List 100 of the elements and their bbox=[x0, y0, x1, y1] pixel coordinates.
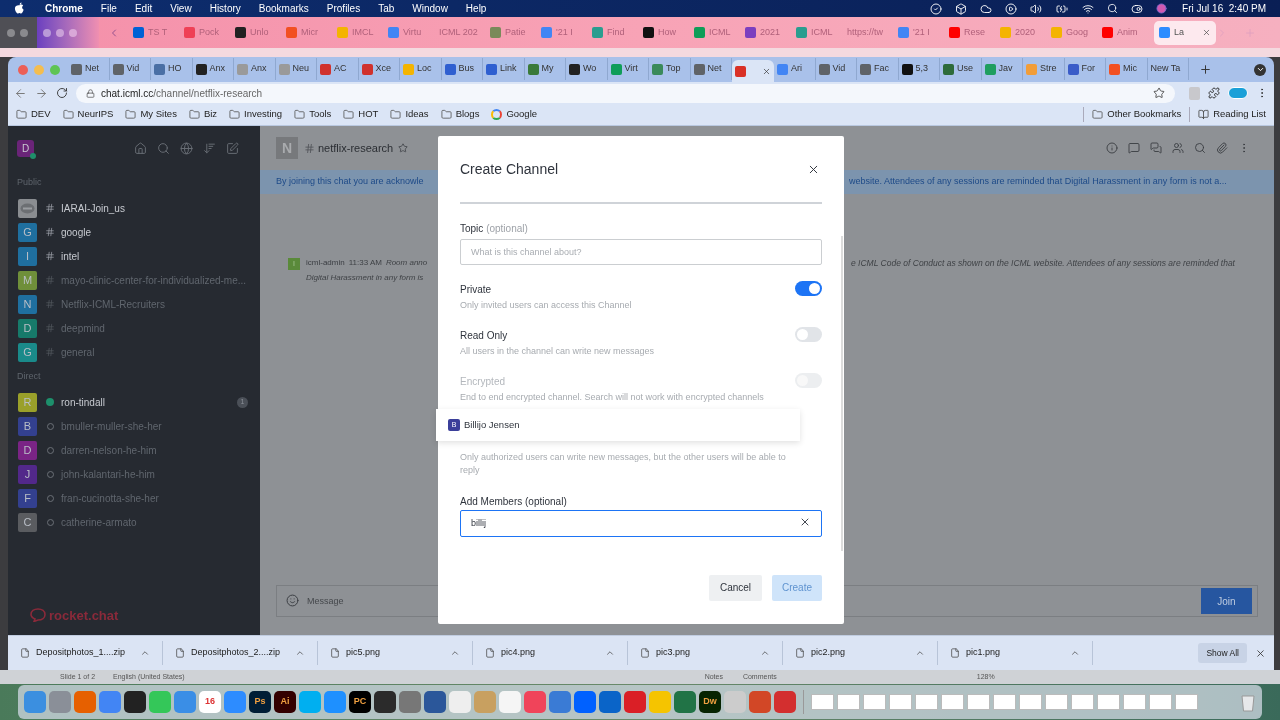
other-bookmarks[interactable]: Other Bookmarks bbox=[1083, 107, 1182, 122]
window-thumbnail[interactable] bbox=[1097, 694, 1120, 710]
bookmark[interactable]: HOT bbox=[343, 107, 379, 122]
bookmark[interactable]: Ideas bbox=[390, 107, 429, 122]
address-bar[interactable]: chat.icml.cc/channel/netflix-research bbox=[76, 83, 1175, 103]
toggle-switch[interactable] bbox=[795, 281, 822, 296]
threads-icon[interactable] bbox=[1150, 142, 1162, 154]
browser-tab[interactable]: Ari bbox=[774, 58, 816, 80]
search-icon[interactable] bbox=[1107, 3, 1119, 14]
browser-tab[interactable]: 5,3 bbox=[898, 58, 940, 80]
browser-tab[interactable]: Net bbox=[690, 58, 732, 80]
battery-icon[interactable] bbox=[1055, 2, 1070, 15]
menu-item[interactable]: View bbox=[170, 1, 192, 16]
app-icon[interactable]: Ps bbox=[249, 691, 271, 713]
bookmark[interactable]: Blogs bbox=[440, 107, 480, 122]
browser-tab[interactable]: Fac bbox=[857, 58, 899, 80]
browser-tab[interactable]: Use bbox=[940, 58, 982, 80]
cancel-button[interactable]: Cancel bbox=[709, 574, 762, 601]
window-thumbnail[interactable] bbox=[993, 694, 1016, 710]
browser-tab[interactable]: AC bbox=[317, 58, 359, 80]
menu-item[interactable]: Window bbox=[412, 1, 448, 16]
download-item[interactable]: pic5.png bbox=[318, 641, 473, 665]
wifi-icon[interactable] bbox=[1082, 2, 1095, 15]
emoji-icon[interactable] bbox=[286, 594, 299, 607]
browser-tab[interactable]: Virt bbox=[607, 58, 649, 80]
window-thumbnail[interactable] bbox=[889, 694, 912, 710]
browser-tab[interactable]: Anx bbox=[234, 58, 276, 80]
window-thumbnail[interactable] bbox=[863, 694, 886, 710]
bookmark[interactable]: Tools bbox=[294, 107, 332, 122]
window-thumbnail[interactable] bbox=[1123, 694, 1146, 710]
cloud-icon[interactable] bbox=[980, 2, 993, 15]
menu-item[interactable]: Bookmarks bbox=[258, 1, 309, 16]
browser-tab[interactable]: Anx bbox=[192, 58, 234, 80]
caret-icon[interactable] bbox=[140, 648, 150, 658]
browser-tab[interactable]: Xce bbox=[358, 58, 400, 80]
room-name[interactable]: google bbox=[61, 224, 92, 240]
favorite-star-icon[interactable] bbox=[398, 143, 409, 153]
browser-tab[interactable]: HO bbox=[151, 58, 193, 80]
bookmark-star-icon[interactable] bbox=[1153, 87, 1165, 99]
apple-logo-icon[interactable] bbox=[14, 2, 25, 15]
menu-item[interactable]: Tab bbox=[378, 1, 395, 16]
app-icon[interactable] bbox=[424, 691, 446, 713]
trash-icon[interactable] bbox=[1240, 692, 1256, 712]
close-tab-icon[interactable] bbox=[1202, 28, 1211, 37]
download-item[interactable]: Depositphotos_2....zip bbox=[163, 641, 318, 665]
discussion-icon[interactable] bbox=[1128, 142, 1140, 154]
room-name[interactable]: IARAI-Join_us bbox=[61, 200, 125, 216]
caret-icon[interactable] bbox=[295, 648, 305, 658]
room-name[interactable]: ron-tindall bbox=[61, 394, 105, 410]
siri-icon[interactable] bbox=[1156, 3, 1168, 14]
extension-icon[interactable] bbox=[1189, 86, 1200, 100]
show-all-button[interactable]: Show All bbox=[1198, 643, 1247, 663]
caret-icon[interactable] bbox=[450, 648, 460, 658]
bookmark[interactable]: DEV bbox=[16, 107, 51, 122]
caret-icon[interactable] bbox=[605, 648, 615, 658]
menu-clock[interactable]: Fri Jul 16 2:40 PM bbox=[1182, 1, 1266, 16]
window-thumbnail[interactable] bbox=[941, 694, 964, 710]
bookmark[interactable]: Investing bbox=[229, 107, 283, 122]
new-tab-icon[interactable] bbox=[1199, 63, 1212, 76]
menu-item[interactable]: Profiles bbox=[326, 1, 361, 16]
browser-tab[interactable]: For bbox=[1064, 58, 1106, 80]
browser-tab[interactable]: Mic bbox=[1106, 58, 1148, 80]
tab-search-icon[interactable] bbox=[1254, 63, 1266, 76]
bookmark[interactable]: NeurIPS bbox=[62, 107, 114, 122]
menu-item[interactable]: History bbox=[209, 1, 241, 16]
caret-icon[interactable] bbox=[1070, 648, 1080, 658]
volume-icon[interactable] bbox=[1030, 2, 1043, 15]
browser-tab[interactable]: Neu bbox=[275, 58, 317, 80]
browser-tab[interactable]: Stre bbox=[1023, 58, 1065, 80]
forward-icon[interactable] bbox=[35, 86, 48, 100]
clear-icon[interactable] bbox=[799, 516, 811, 528]
profile-icon[interactable] bbox=[1228, 87, 1248, 99]
topic-field[interactable]: What is this channel about? bbox=[460, 239, 822, 265]
members-icon[interactable] bbox=[1172, 142, 1184, 154]
info-icon[interactable] bbox=[1106, 142, 1118, 154]
window-thumbnail[interactable] bbox=[1175, 694, 1198, 710]
menu-item[interactable]: Edit bbox=[134, 1, 153, 16]
message-author[interactable]: icml-admin bbox=[306, 257, 345, 269]
caret-icon[interactable] bbox=[760, 648, 770, 658]
menu-app-name[interactable]: Chrome bbox=[45, 1, 83, 16]
browser-tab[interactable] bbox=[732, 60, 774, 82]
close-tab-icon[interactable] bbox=[762, 66, 771, 76]
app-icon[interactable]: 16 bbox=[199, 691, 221, 713]
room-name[interactable]: intel bbox=[61, 248, 80, 264]
app-icon[interactable]: Ai bbox=[274, 691, 296, 713]
bookmark[interactable]: My Sites bbox=[125, 107, 177, 122]
app-icon[interactable]: Dw bbox=[699, 691, 721, 713]
download-item[interactable]: pic4.png bbox=[473, 641, 628, 665]
browser-tab[interactable]: Top bbox=[649, 58, 691, 80]
browser-tab[interactable]: New Ta bbox=[1147, 58, 1189, 80]
browser-tab[interactable]: My bbox=[524, 58, 566, 80]
check-circle-icon[interactable] bbox=[930, 2, 943, 15]
app-icon[interactable]: PC bbox=[349, 691, 371, 713]
menu-item[interactable]: File bbox=[100, 1, 117, 16]
window-thumbnail[interactable] bbox=[1071, 694, 1094, 710]
close-window-icon[interactable] bbox=[18, 64, 28, 75]
close-icon[interactable] bbox=[1255, 647, 1266, 659]
window-thumbnail[interactable] bbox=[1019, 694, 1042, 710]
browser-tab[interactable]: Jav bbox=[981, 58, 1023, 80]
back-icon[interactable] bbox=[14, 86, 27, 100]
